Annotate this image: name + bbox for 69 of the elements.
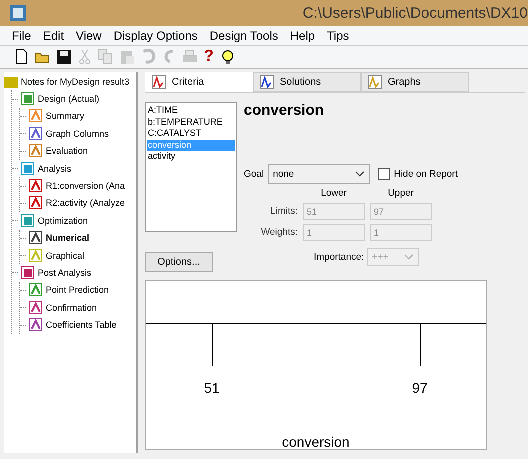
document-icon (29, 144, 43, 158)
chevron-down-icon (355, 171, 366, 177)
list-item[interactable]: C:CATALYST (147, 128, 235, 140)
axis-label: conversion (281, 434, 351, 450)
chart-icon (260, 75, 274, 89)
tree-item[interactable]: Graphical (20, 246, 136, 264)
list-item[interactable]: A:TIME (147, 105, 235, 117)
list-item[interactable]: b:TEMPERATURE (147, 116, 235, 128)
menu-item[interactable]: View (76, 28, 102, 42)
new-icon[interactable] (14, 49, 30, 65)
tree-item[interactable]: Optimization (12, 212, 136, 230)
document-icon (29, 318, 43, 332)
tree-item[interactable]: Post Analysis (12, 264, 136, 282)
menu-item[interactable]: File (12, 28, 32, 42)
hide-on-report-checkbox[interactable] (378, 168, 390, 180)
response-heading: conversion (244, 102, 326, 121)
limits-label: Limits: (270, 206, 298, 217)
document-icon (21, 92, 35, 106)
menu-item[interactable]: Display Options (114, 28, 198, 42)
importance-label: Importance: (314, 252, 364, 262)
tree-item[interactable]: R1:conversion (Ana (20, 177, 136, 195)
document-icon (29, 248, 43, 263)
column-header: Lower (320, 188, 348, 199)
chart-icon (152, 75, 166, 89)
tab[interactable]: Graphs (361, 72, 469, 92)
folder-icon (4, 76, 18, 88)
tree-item[interactable]: R2:activity (Analyze (20, 194, 136, 212)
goal-label: Goal (244, 168, 264, 180)
document-icon (29, 300, 43, 315)
document-icon (29, 231, 43, 246)
tick-label: 51 (204, 380, 220, 396)
document-icon (21, 162, 35, 176)
tree-item[interactable]: Summary (20, 108, 136, 126)
tab[interactable]: Solutions (253, 72, 361, 92)
tree-item[interactable]: Analysis (12, 160, 136, 178)
document-icon (29, 283, 43, 298)
document-icon (29, 196, 43, 210)
list-item[interactable]: activity (147, 151, 235, 163)
chart-icon (368, 75, 382, 89)
tick-label: 97 (412, 380, 428, 396)
tree-item[interactable]: Confirmation (20, 299, 136, 316)
tree-item[interactable]: Coefficients Table (20, 316, 136, 334)
menu-item[interactable]: Tips (327, 28, 350, 42)
tree-item[interactable]: Evaluation (20, 142, 136, 160)
help-button[interactable]: ? (203, 49, 215, 65)
tree-item[interactable]: Numerical (20, 230, 136, 247)
menu-item[interactable]: Help (290, 28, 316, 42)
tree-item[interactable]: Graph Columns (20, 125, 136, 143)
document-icon (29, 179, 43, 194)
weights-label: Weights: (260, 227, 298, 238)
tab[interactable]: Criteria (145, 72, 253, 92)
tip-icon[interactable] (220, 49, 236, 65)
tree-item[interactable]: Point Prediction (20, 282, 136, 300)
save-icon[interactable] (56, 49, 72, 65)
document-icon (29, 109, 43, 124)
chevron-down-icon (404, 254, 414, 260)
document-icon (21, 214, 35, 228)
app-logo-icon (10, 5, 26, 21)
checkbox-label: Hide on Report (394, 168, 458, 180)
tree-item[interactable]: Design (Actual) (12, 90, 136, 108)
goal-dropdown[interactable]: none (268, 164, 370, 184)
document-icon (21, 266, 35, 280)
menu-item[interactable]: Edit (43, 28, 64, 42)
document-icon (29, 126, 43, 141)
tree-item[interactable]: Notes for MyDesign result3 (4, 73, 136, 90)
window-title: C:\Users\Public\Documents\DX10 (302, 4, 528, 22)
menu-item[interactable]: Design Tools (210, 28, 278, 42)
column-header: Upper (387, 188, 415, 199)
options-button[interactable]: Options... (145, 252, 213, 272)
